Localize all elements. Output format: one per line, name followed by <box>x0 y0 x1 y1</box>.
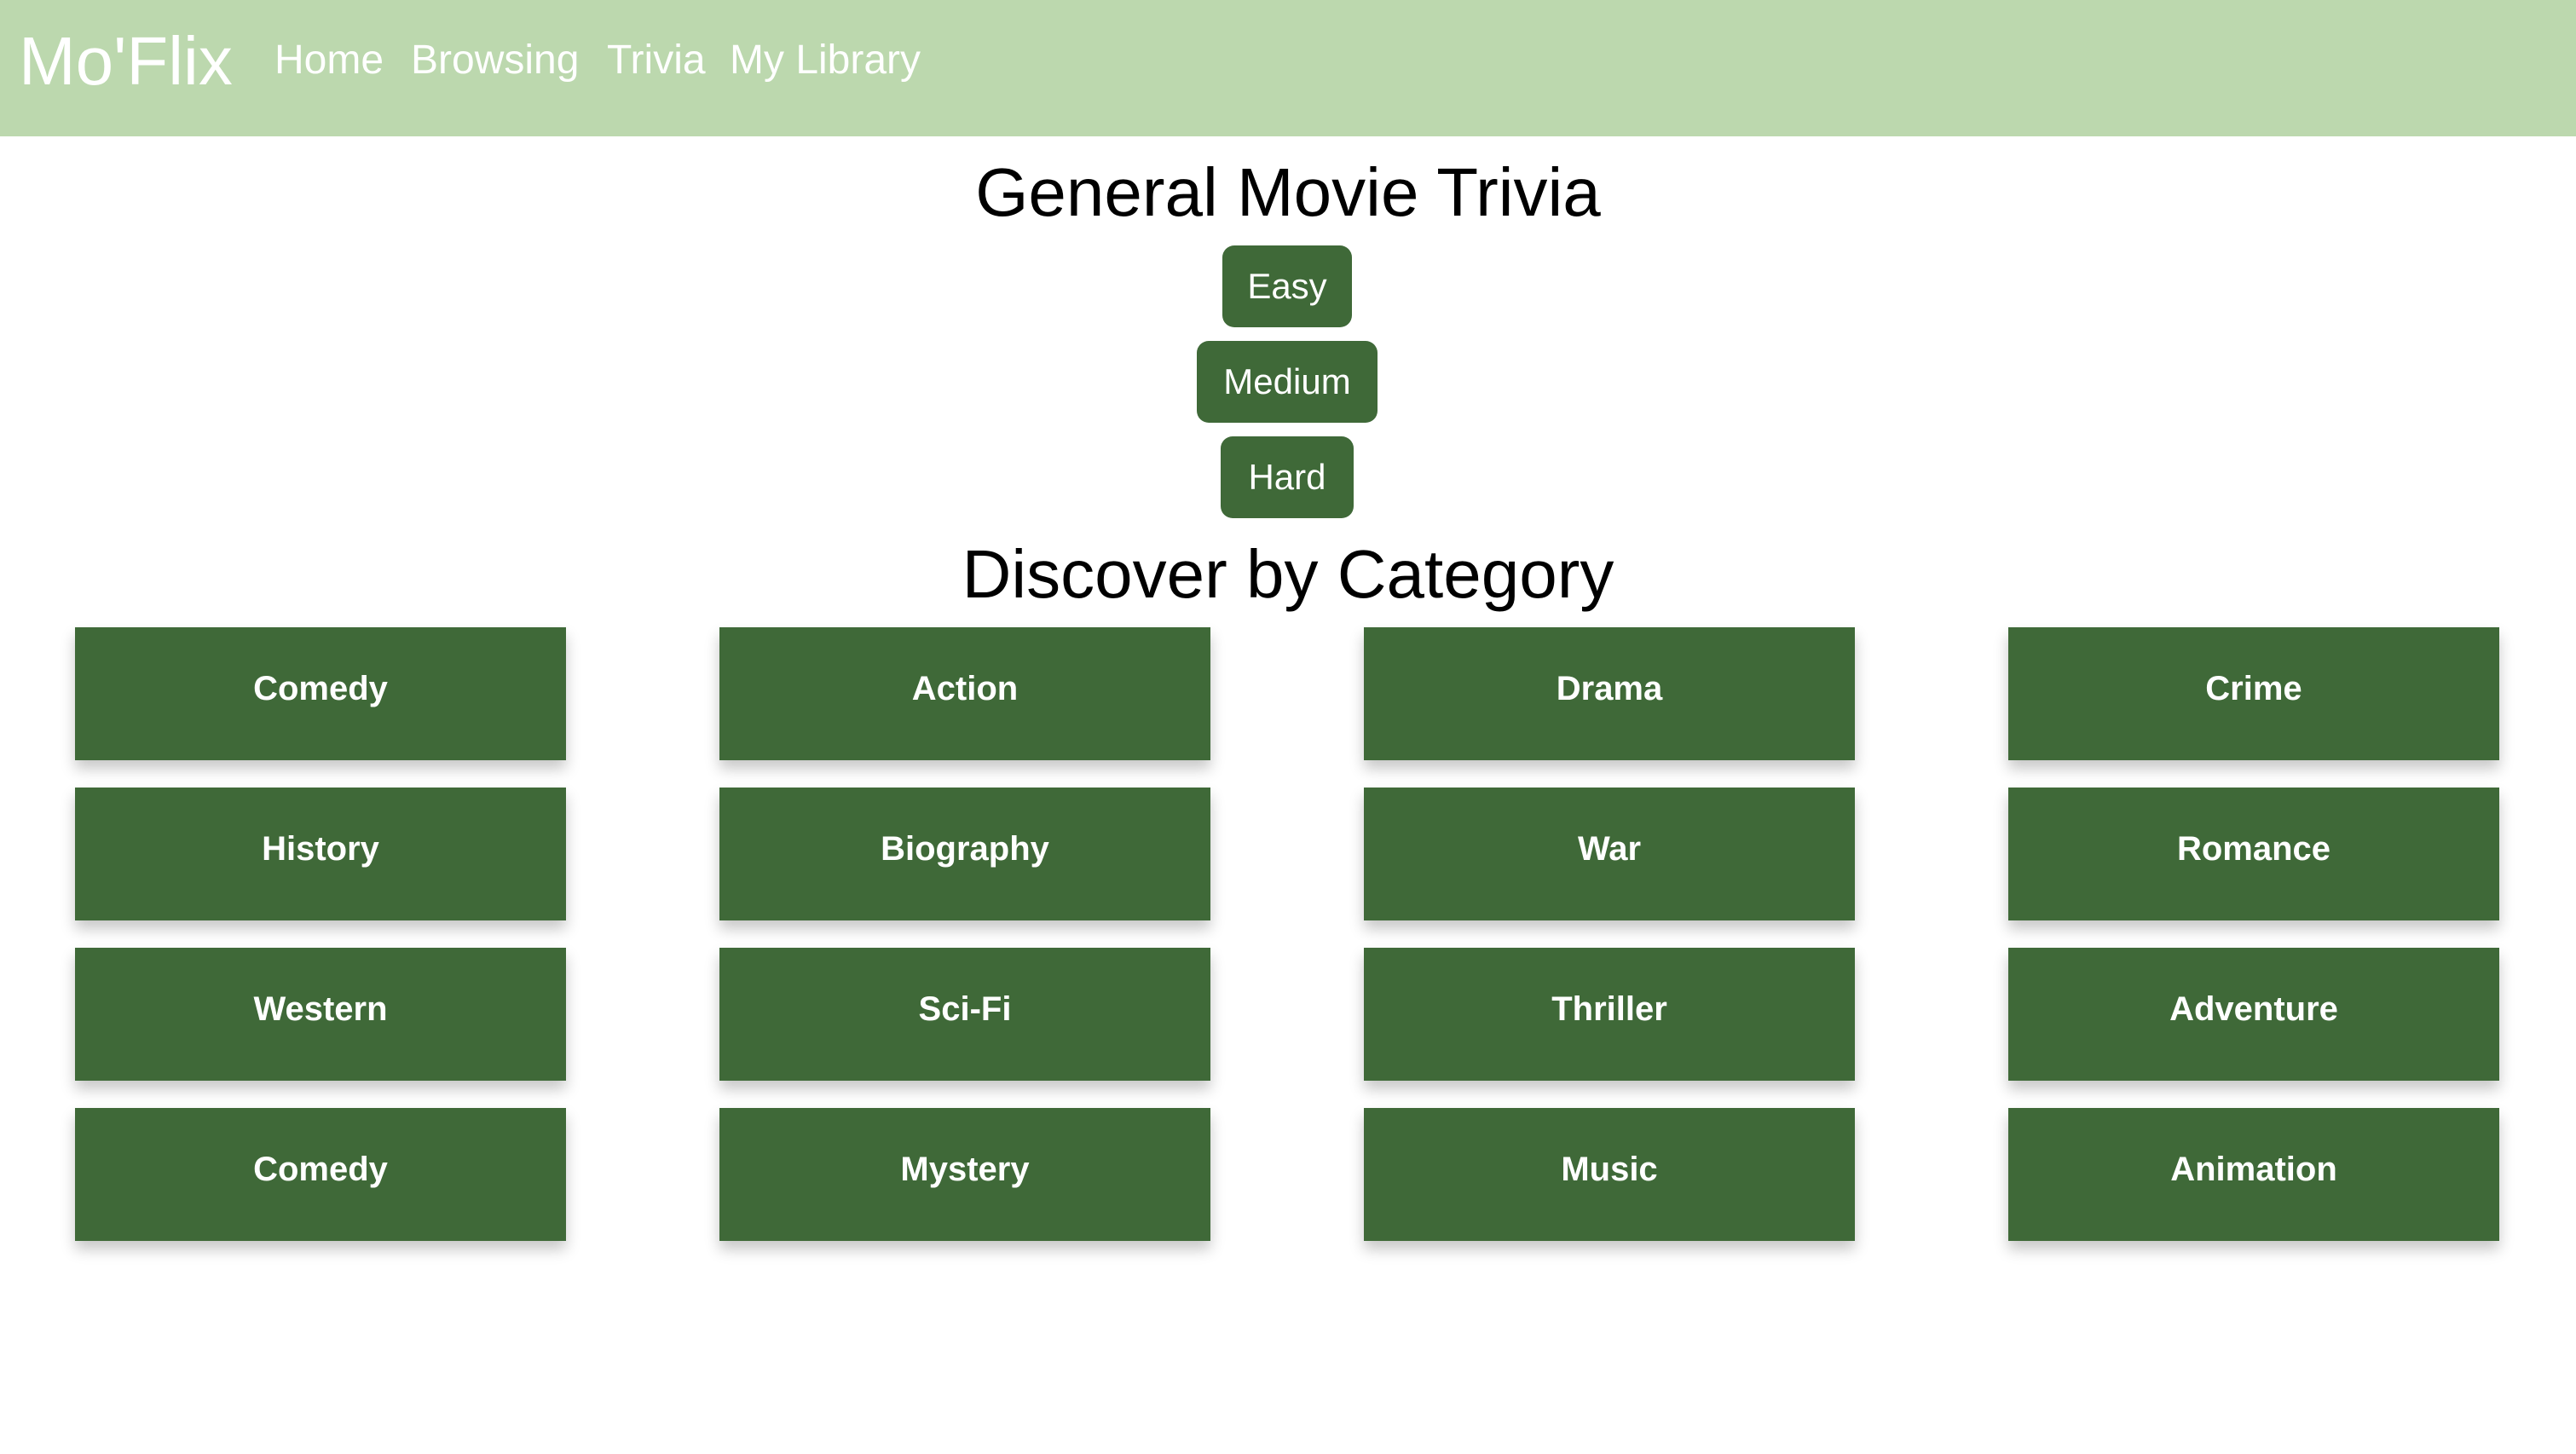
nav-link-trivia[interactable]: Trivia <box>607 32 706 89</box>
category-card-animation[interactable]: Animation <box>2008 1108 2499 1241</box>
category-card-mystery[interactable]: Mystery <box>719 1108 1210 1241</box>
category-card-romance[interactable]: Romance <box>2008 788 2499 920</box>
easy-difficulty-button[interactable]: Easy <box>1222 245 1352 327</box>
nav-link-home[interactable]: Home <box>274 32 384 89</box>
category-card-adventure[interactable]: Adventure <box>2008 948 2499 1081</box>
nav-link-browsing[interactable]: Browsing <box>411 32 579 89</box>
category-card-action[interactable]: Action <box>719 627 1210 760</box>
medium-difficulty-button[interactable]: Medium <box>1197 341 1378 423</box>
category-card-music[interactable]: Music <box>1364 1108 1855 1241</box>
category-card-comedy[interactable]: Comedy <box>75 627 566 760</box>
category-card-sci-fi[interactable]: Sci-Fi <box>719 948 1210 1081</box>
category-card-war[interactable]: War <box>1364 788 1855 920</box>
category-card-thriller[interactable]: Thriller <box>1364 948 1855 1081</box>
hard-difficulty-button[interactable]: Hard <box>1221 436 1354 518</box>
category-card-western[interactable]: Western <box>75 948 566 1081</box>
category-card-drama[interactable]: Drama <box>1364 627 1855 760</box>
category-heading: Discover by Category <box>962 536 1614 612</box>
category-card-biography[interactable]: Biography <box>719 788 1210 920</box>
top-navbar: Mo'Flix Home Browsing Trivia My Library <box>0 0 2576 136</box>
trivia-heading: General Movie Trivia <box>975 154 1601 230</box>
brand-logo-link[interactable]: Mo'Flix <box>19 19 233 104</box>
category-card-crime[interactable]: Crime <box>2008 627 2499 760</box>
nav-link-my-library[interactable]: My Library <box>730 32 921 89</box>
category-card-comedy-2[interactable]: Comedy <box>75 1108 566 1241</box>
category-card-history[interactable]: History <box>75 788 566 920</box>
